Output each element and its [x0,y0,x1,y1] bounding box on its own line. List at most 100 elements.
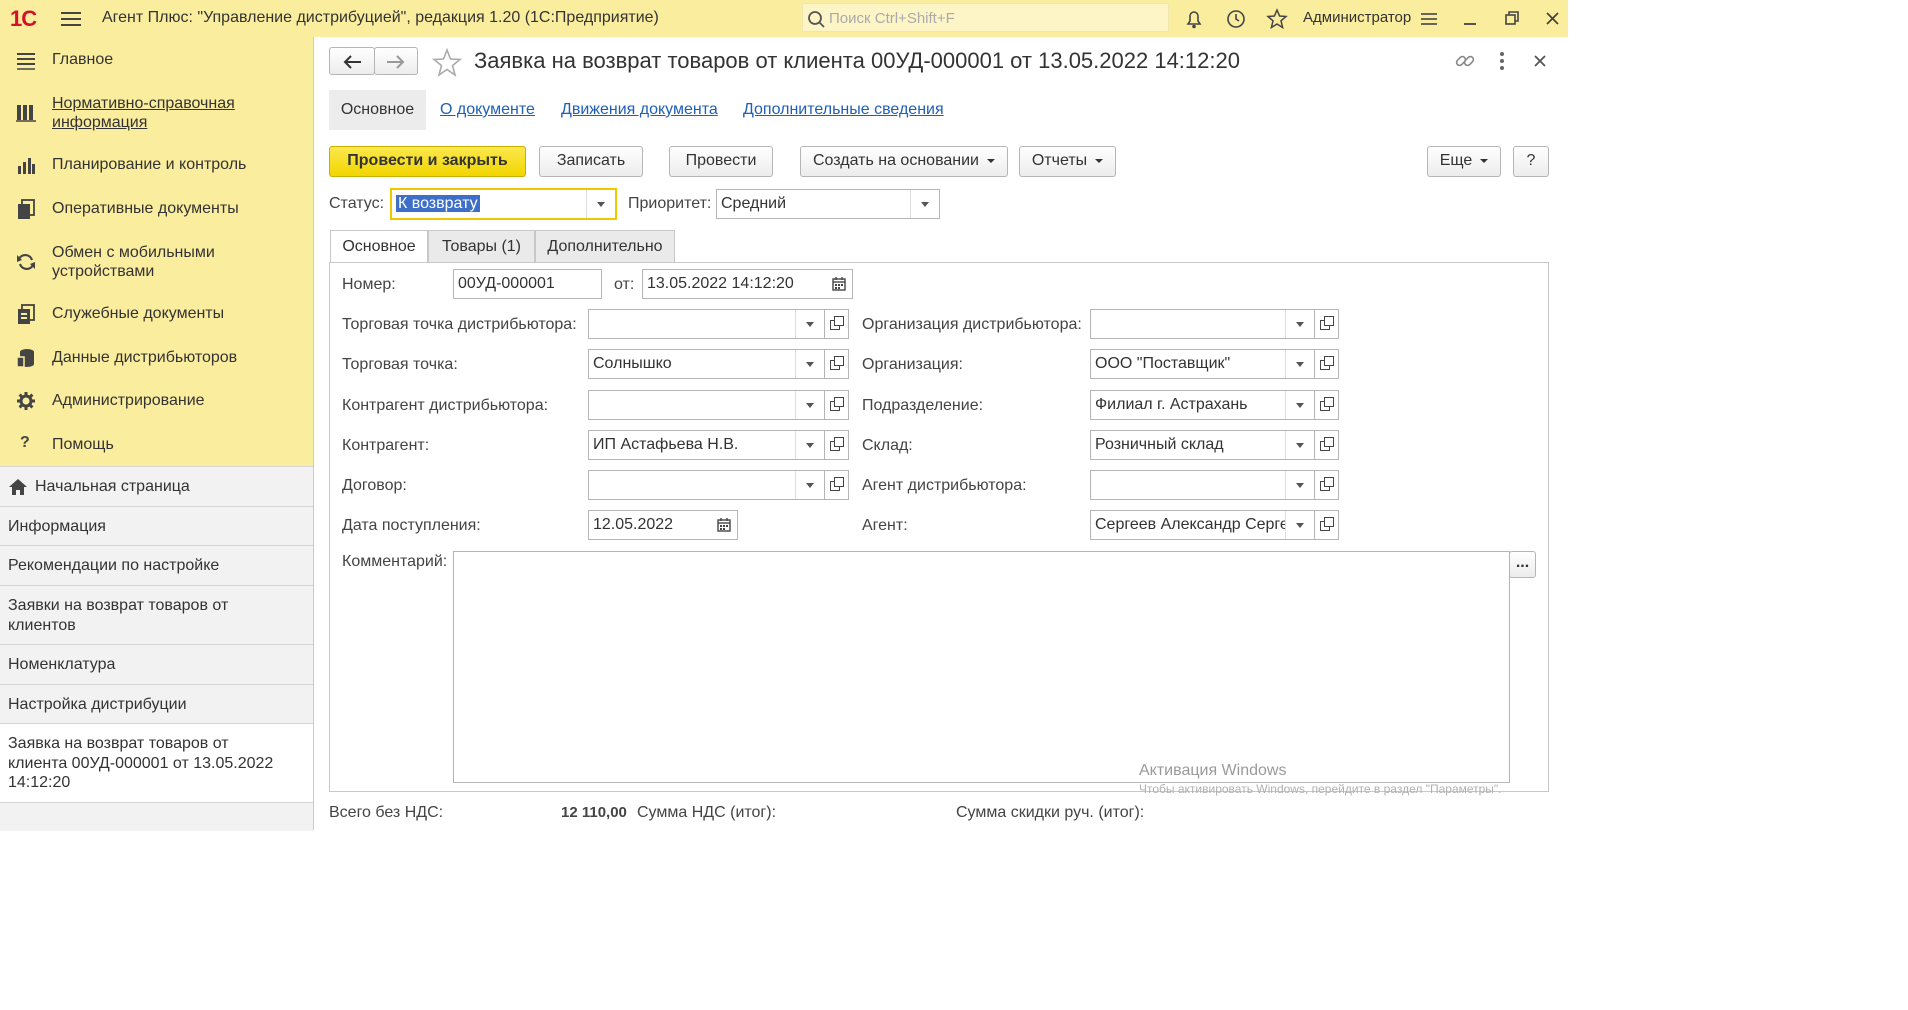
chevron-down-icon[interactable] [1285,511,1314,539]
minimize-icon[interactable] [1460,8,1482,30]
sidebar: Главное Нормативно-справочная информация… [0,37,314,831]
sidebar-item-admin[interactable]: Администрирование [0,390,313,412]
counterparty-field[interactable]: ИП Астафьева Н.В. [588,430,825,460]
sidebar-item-nsi[interactable]: Нормативно-справочная информация [0,93,313,133]
history-icon[interactable] [1225,8,1247,30]
help-button[interactable]: ? [1513,146,1549,177]
sidebar-item-help[interactable]: ? Помощь [0,434,313,456]
search-icon [808,11,825,28]
outlet-field[interactable]: Солнышко [588,349,825,379]
chevron-down-icon[interactable] [1285,471,1314,499]
open-item-return-requests[interactable]: Заявки на возврат товаров от клиентов [0,586,313,645]
open-item-current-document[interactable]: Заявка на возврат товаров от клиента 00У… [0,724,313,803]
comment-edit-button[interactable]: ... [1509,551,1536,578]
tab-document-movements[interactable]: Движения документа [561,101,718,119]
save-button[interactable]: Записать [539,146,643,177]
forward-button[interactable] [374,47,418,75]
open-item-label: Рекомендации по настройке [8,557,220,574]
distributor-counterparty-field[interactable] [588,390,825,420]
open-outlet-button[interactable] [825,349,849,379]
date-field[interactable]: 13.05.2022 14:12:20 [642,269,828,299]
status-label: Статус: [329,195,385,212]
database-icon [16,349,34,368]
organization-field[interactable]: ООО "Поставщик" [1090,349,1315,379]
open-distributor-org-button[interactable] [1315,309,1339,339]
back-button[interactable] [329,47,375,75]
sidebar-item-service-docs[interactable]: Служебные документы [0,303,313,325]
link-icon[interactable] [1454,50,1476,72]
distributor-org-label: Организация дистрибьютора: [862,316,1082,333]
main-menu-icon[interactable] [61,8,81,30]
open-item-recommendations[interactable]: Рекомендации по настройке [0,546,313,586]
sidebar-item-main[interactable]: Главное [0,49,313,71]
more-options-icon[interactable] [1497,51,1507,71]
post-and-close-button[interactable]: Провести и закрыть [329,146,526,177]
division-field[interactable]: Филиал г. Астрахань [1090,390,1315,420]
comment-textarea[interactable] [453,551,1510,783]
1c-logo: 1С [10,6,37,31]
tab-main[interactable]: Основное [329,90,426,130]
agent-field[interactable]: Сергеев Александр Сергеевич [1090,510,1315,540]
chevron-down-icon[interactable] [586,190,615,218]
tab-additional[interactable]: Дополнительно [535,230,675,263]
chevron-down-icon[interactable] [795,391,824,419]
status-select[interactable]: К возврату [390,188,617,220]
calendar-icon [832,277,846,291]
chevron-down-icon[interactable] [1285,431,1314,459]
chevron-down-icon[interactable] [1285,310,1314,338]
open-counterparty-button[interactable] [825,430,849,460]
chevron-down-icon[interactable] [795,431,824,459]
bell-icon[interactable] [1183,8,1205,30]
favorite-star-icon[interactable] [432,48,462,78]
tab-basic[interactable]: Основное [330,230,428,263]
chevron-down-icon[interactable] [795,310,824,338]
search-input[interactable]: Поиск Ctrl+Shift+F [802,3,1169,32]
calendar-button[interactable] [827,269,853,299]
tab-about-document[interactable]: О документе [440,101,535,119]
open-item-distribution-settings[interactable]: Настройка дистрибуции [0,685,313,724]
open-distributor-agent-button[interactable] [1315,470,1339,500]
settings-menu-icon[interactable] [1418,8,1440,30]
distributor-org-field[interactable] [1090,309,1315,339]
activation-watermark-text: Чтобы активировать Windows, перейдите в … [1139,782,1502,796]
sidebar-item-planning[interactable]: Планирование и контроль [0,154,313,176]
restore-icon[interactable] [1502,8,1524,30]
sidebar-item-mobile-exchange[interactable]: Обмен с мобильными устройствами [0,242,313,282]
tab-goods[interactable]: Товары (1) [428,230,535,263]
close-form-icon[interactable] [1533,54,1547,68]
chevron-down-icon[interactable] [1285,391,1314,419]
warehouse-field[interactable]: Розничный склад [1090,430,1315,460]
sidebar-item-distributor-data[interactable]: Данные дистрибьюторов [0,347,313,369]
distributor-agent-field[interactable] [1090,470,1315,500]
number-field[interactable]: 00УД-000001 [453,269,602,299]
open-warehouse-button[interactable] [1315,430,1339,460]
open-distributor-counterparty-button[interactable] [825,390,849,420]
open-contract-button[interactable] [825,470,849,500]
contract-field[interactable] [588,470,825,500]
open-division-button[interactable] [1315,390,1339,420]
reports-button[interactable]: Отчеты [1019,146,1116,177]
open-item-home[interactable]: Начальная страница [0,467,313,507]
create-based-on-button[interactable]: Создать на основании [800,146,1008,177]
chevron-down-icon[interactable] [795,471,824,499]
sidebar-item-operative-docs[interactable]: Оперативные документы [0,198,313,220]
open-item-info[interactable]: Информация [0,507,313,546]
priority-select[interactable]: Средний [716,189,940,219]
close-window-icon[interactable] [1542,8,1564,30]
post-button[interactable]: Провести [669,146,773,177]
receipt-date-field[interactable]: 12.05.2022 [588,510,713,540]
receipt-calendar-button[interactable] [712,510,738,540]
open-organization-button[interactable] [1315,349,1339,379]
more-button[interactable]: Еще [1427,146,1501,177]
open-item-nomenclature[interactable]: Номенклатура [0,645,313,685]
sidebar-item-label: Данные дистрибьюторов [52,349,238,366]
open-agent-button[interactable] [1315,510,1339,540]
user-name[interactable]: Администратор [1303,9,1411,26]
chevron-down-icon[interactable] [910,190,939,218]
favorites-star-icon[interactable] [1266,8,1288,30]
chevron-down-icon[interactable] [795,350,824,378]
tab-additional-info[interactable]: Дополнительные сведения [743,101,944,119]
distributor-outlet-field[interactable] [588,309,825,339]
open-distributor-outlet-button[interactable] [825,309,849,339]
chevron-down-icon[interactable] [1285,350,1314,378]
